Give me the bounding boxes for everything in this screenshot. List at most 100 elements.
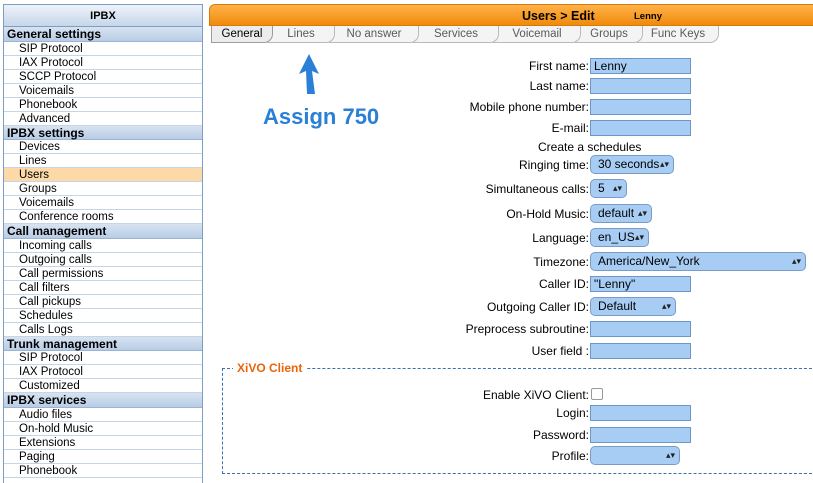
sidebar-item-voicemails[interactable]: Voicemails bbox=[4, 83, 202, 98]
sidebar-item-calls-logs[interactable]: Calls Logs bbox=[4, 322, 202, 337]
timezone-select[interactable]: America/New_York ▴▾ bbox=[590, 252, 806, 271]
create-schedules-link[interactable]: Create a schedules bbox=[538, 140, 641, 154]
mobile-input[interactable] bbox=[590, 99, 691, 115]
sidebar-list: General settings SIP Protocol IAX Protocol… bbox=[4, 27, 202, 478]
sidebar-item-audio-files[interactable]: Audio files bbox=[4, 407, 202, 422]
enable-xivo-client-label: Enable XiVO Client: bbox=[482, 388, 589, 402]
select-arrows-icon: ▴▾ bbox=[791, 256, 801, 266]
password-label: Password: bbox=[532, 428, 589, 442]
last-name-label: Last name: bbox=[529, 79, 589, 93]
sidebar-section-heading: General settings bbox=[4, 27, 202, 42]
profile-select[interactable]: ▴▾ bbox=[590, 446, 680, 465]
on-hold-music-select[interactable]: default ▴▾ bbox=[590, 204, 652, 223]
login-label: Login: bbox=[556, 406, 589, 420]
select-arrows-icon: ▴▾ bbox=[637, 208, 647, 218]
sidebar-item-sip-protocol[interactable]: SIP Protocol bbox=[4, 41, 202, 56]
page-header: Users > Edit Lenny bbox=[209, 4, 813, 26]
select-arrows-icon: ▴▾ bbox=[665, 450, 675, 460]
profile-label: Profile: bbox=[551, 449, 589, 463]
tab-groups[interactable]: Groups bbox=[575, 26, 643, 43]
sidebar-item-customized[interactable]: Customized bbox=[4, 379, 202, 393]
user-field-label: User field : bbox=[531, 344, 589, 358]
tab-func-keys[interactable]: Func Keys bbox=[637, 26, 719, 43]
language-row: Language: en_US ▴▾ bbox=[209, 228, 813, 247]
email-input[interactable] bbox=[590, 120, 691, 136]
enable-xivo-client-row: Enable XiVO Client: bbox=[209, 387, 813, 404]
user-field-row: User field : bbox=[209, 343, 813, 360]
first-name-label: First name: bbox=[528, 59, 589, 73]
sidebar-section-heading: Trunk management bbox=[4, 336, 202, 351]
user-field-input[interactable] bbox=[590, 343, 691, 359]
sidebar-item-iax-protocol[interactable]: IAX Protocol bbox=[4, 55, 202, 70]
ringing-time-select[interactable]: 30 seconds ▴▾ bbox=[590, 155, 674, 174]
sidebar-item-call-pickups[interactable]: Call pickups bbox=[4, 294, 202, 309]
language-value: en_US bbox=[598, 230, 635, 244]
sidebar-item-phonebook[interactable]: Phonebook bbox=[4, 463, 202, 478]
sidebar-item-phonebook[interactable]: Phonebook bbox=[4, 97, 202, 112]
sidebar-item-outgoing-calls[interactable]: Outgoing calls bbox=[4, 252, 202, 267]
simultaneous-calls-label: Simultaneous calls: bbox=[485, 182, 589, 196]
sidebar-item-sip-protocol[interactable]: SIP Protocol bbox=[4, 351, 202, 365]
outgoing-caller-id-row: Outgoing Caller ID: Default ▴▾ bbox=[209, 297, 813, 316]
email-label: E-mail: bbox=[551, 121, 589, 135]
tab-voicemail[interactable]: Voicemail bbox=[493, 26, 581, 43]
outgoing-caller-id-label: Outgoing Caller ID: bbox=[486, 300, 589, 314]
sidebar-item-call-filters[interactable]: Call filters bbox=[4, 280, 202, 295]
timezone-value: America/New_York bbox=[598, 254, 700, 268]
timezone-row: Timezone: America/New_York ▴▾ bbox=[209, 252, 813, 271]
sidebar-item-on-hold-music[interactable]: On-hold Music bbox=[4, 421, 202, 436]
simultaneous-calls-value: 5 bbox=[598, 181, 605, 195]
caller-id-row: Caller ID: "Lenny" bbox=[209, 276, 813, 293]
tab-no-answer[interactable]: No answer bbox=[329, 26, 419, 43]
sidebar-section-heading: IPBX settings bbox=[4, 125, 202, 140]
tab-services[interactable]: Services bbox=[413, 26, 499, 43]
sidebar-item-conference-rooms[interactable]: Conference rooms bbox=[4, 210, 202, 224]
password-input[interactable] bbox=[590, 427, 691, 443]
tab-general[interactable]: General bbox=[211, 26, 273, 43]
sidebar-section-heading: IPBX services bbox=[4, 393, 202, 408]
outgoing-caller-id-value: Default bbox=[598, 299, 637, 313]
caller-id-input[interactable]: "Lenny" bbox=[590, 276, 691, 292]
on-hold-music-row: On-Hold Music: default ▴▾ bbox=[209, 204, 813, 223]
sidebar-item-extensions[interactable]: Extensions bbox=[4, 435, 202, 450]
sidebar-item-users[interactable]: Users bbox=[4, 168, 202, 182]
sidebar-item-sccp-protocol[interactable]: SCCP Protocol bbox=[4, 69, 202, 84]
caller-id-label: Caller ID: bbox=[538, 277, 589, 291]
last-name-row: Last name: bbox=[209, 78, 813, 95]
sidebar-item-voicemails[interactable]: Voicemails bbox=[4, 196, 202, 210]
sidebar-item-advanced[interactable]: Advanced bbox=[4, 111, 202, 126]
select-arrows-icon: ▴▾ bbox=[659, 159, 669, 169]
sidebar-item-schedules[interactable]: Schedules bbox=[4, 308, 202, 323]
select-arrows-icon: ▴▾ bbox=[661, 301, 671, 311]
mobile-row: Mobile phone number: bbox=[209, 99, 813, 116]
select-arrows-icon: ▴▾ bbox=[612, 183, 622, 193]
last-name-input[interactable] bbox=[590, 78, 691, 94]
sidebar-item-lines[interactable]: Lines bbox=[4, 154, 202, 168]
language-label: Language: bbox=[532, 231, 589, 245]
password-row: Password: bbox=[209, 427, 813, 444]
first-name-input[interactable]: Lenny bbox=[590, 58, 691, 74]
enable-xivo-client-checkbox[interactable] bbox=[591, 388, 603, 400]
tab-bar: General Lines No answer Services Voicema… bbox=[209, 26, 813, 44]
email-row: E-mail: bbox=[209, 120, 813, 137]
language-select[interactable]: en_US ▴▾ bbox=[590, 228, 649, 247]
sidebar-section-heading: Call management bbox=[4, 224, 202, 239]
page-user-name: Lenny bbox=[634, 11, 662, 22]
sidebar-item-call-permissions[interactable]: Call permissions bbox=[4, 266, 202, 281]
outgoing-caller-id-select[interactable]: Default ▴▾ bbox=[590, 297, 676, 316]
ringing-time-value: 30 seconds bbox=[598, 157, 660, 171]
preprocess-subroutine-input[interactable] bbox=[590, 321, 691, 337]
timezone-label: Timezone: bbox=[533, 255, 589, 269]
sidebar-item-paging[interactable]: Paging bbox=[4, 449, 202, 464]
sidebar-item-devices[interactable]: Devices bbox=[4, 140, 202, 154]
login-row: Login: bbox=[209, 405, 813, 422]
sidebar-item-incoming-calls[interactable]: Incoming calls bbox=[4, 238, 202, 253]
tab-lines[interactable]: Lines bbox=[267, 26, 335, 43]
login-input[interactable] bbox=[590, 405, 691, 421]
simultaneous-calls-select[interactable]: 5 ▴▾ bbox=[590, 179, 627, 198]
first-name-row: First name: Lenny bbox=[209, 58, 813, 75]
sidebar-item-iax-protocol[interactable]: IAX Protocol bbox=[4, 365, 202, 379]
sidebar-title: IPBX bbox=[4, 5, 202, 27]
profile-row: Profile: ▴▾ bbox=[209, 446, 813, 465]
sidebar-item-groups[interactable]: Groups bbox=[4, 182, 202, 196]
